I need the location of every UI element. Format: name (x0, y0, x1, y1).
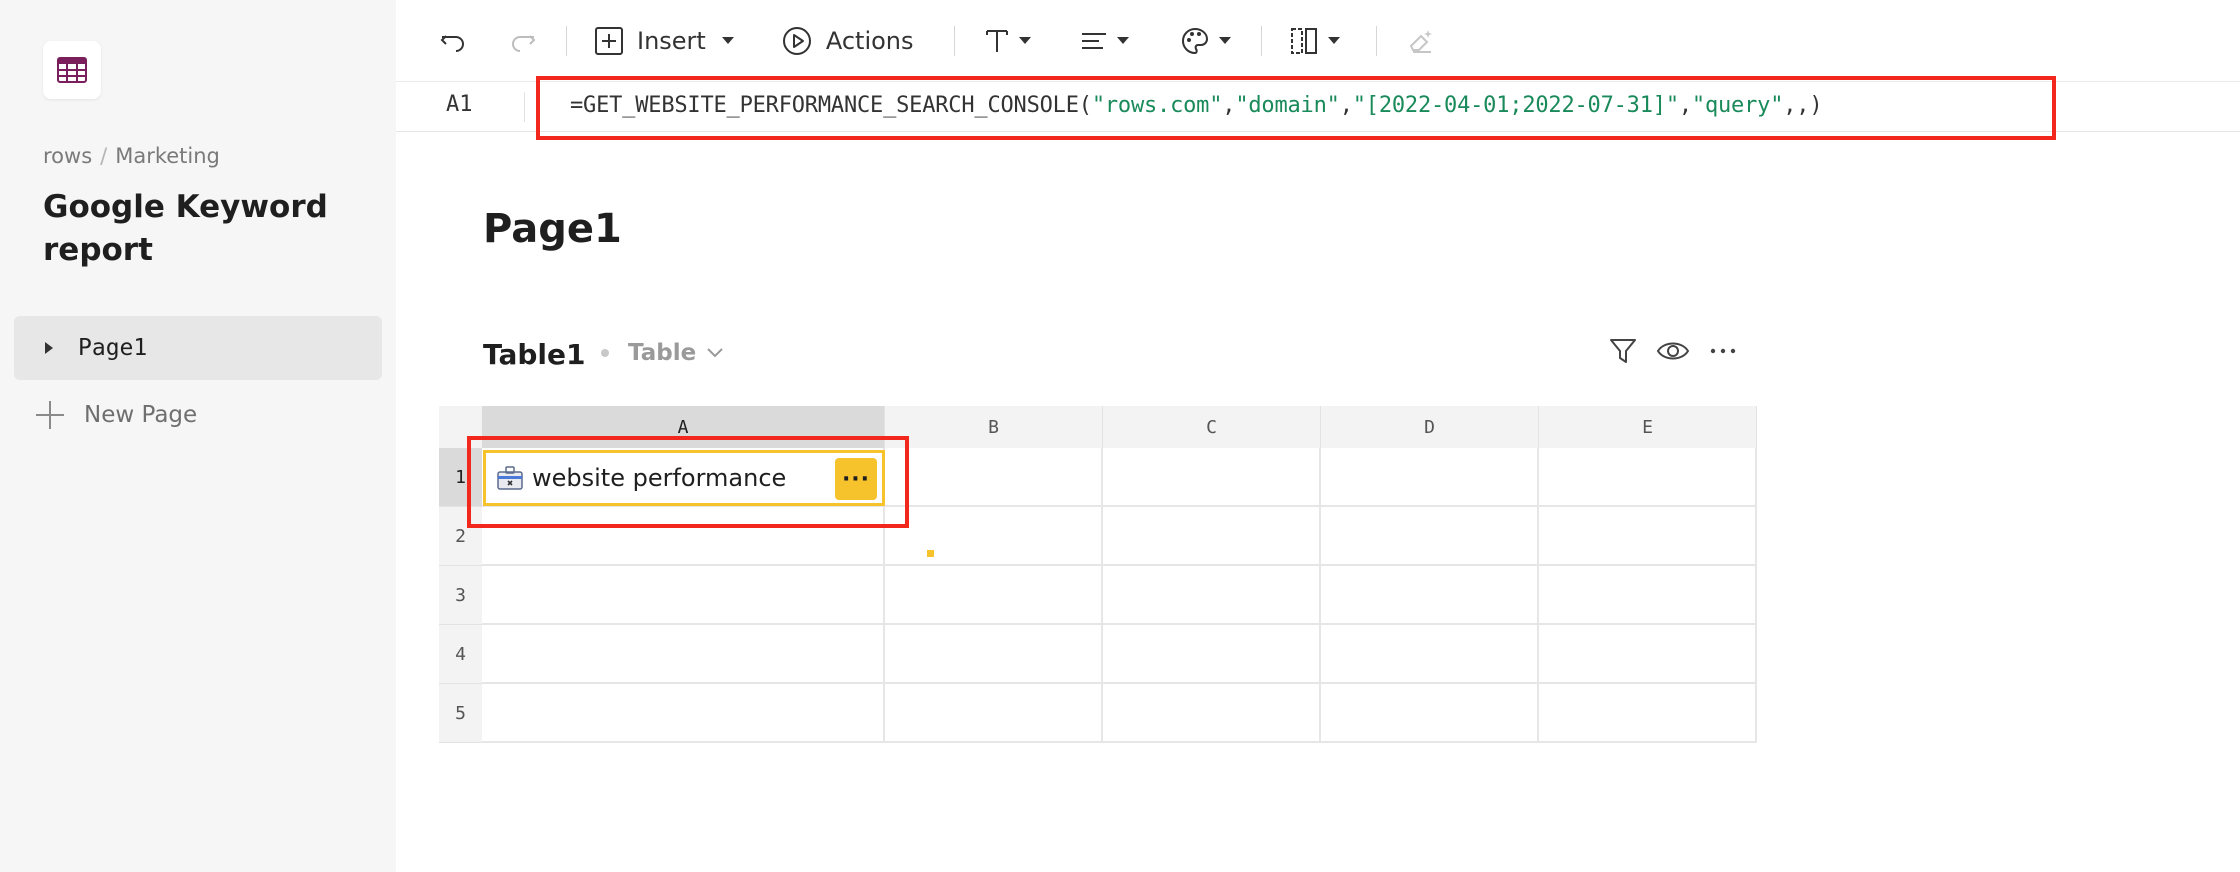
formula-highlight-box (536, 76, 2056, 140)
row-header-4[interactable]: 4 (439, 625, 482, 684)
grid-cell-d5[interactable] (1321, 684, 1539, 743)
more-horizontal-icon[interactable] (1708, 336, 1738, 366)
grid-cell-d4[interactable] (1321, 625, 1539, 684)
breadcrumb-folder[interactable]: Marketing (115, 144, 220, 168)
breadcrumb: rows / Marketing (43, 144, 220, 168)
sidebar: rows / Marketing Google Keyword report Pag… (0, 0, 396, 872)
toolbar-divider (1260, 25, 1262, 56)
grid-cell-b2[interactable] (885, 507, 1103, 566)
table-title[interactable]: Table1 (483, 338, 586, 371)
actions-button[interactable]: Actions (782, 19, 914, 63)
grid-cell-d1[interactable] (1321, 448, 1539, 507)
separator-dot (601, 349, 609, 357)
toolbar-divider (566, 25, 567, 56)
chevron-down-icon (1116, 37, 1129, 44)
align-button[interactable] (1081, 19, 1129, 63)
eraser-icon (1409, 29, 1432, 53)
actions-label: Actions (825, 26, 914, 55)
grid-cell-e5[interactable] (1539, 684, 1757, 743)
sidebar-page-item-page1[interactable]: Page1 (14, 316, 382, 380)
insert-button[interactable]: Insert (595, 19, 734, 63)
play-circle-icon (782, 26, 811, 55)
cell-reference[interactable]: A1 (446, 92, 473, 117)
grid-cell-c1[interactable] (1103, 448, 1321, 507)
grid-cell-e3[interactable] (1539, 566, 1757, 625)
grid-cell-d3[interactable] (1321, 566, 1539, 625)
grid-cell-c3[interactable] (1103, 566, 1321, 625)
grid-cell-a4[interactable] (482, 625, 885, 684)
eye-icon[interactable] (1656, 336, 1690, 366)
layout-columns-icon (1290, 27, 1317, 54)
table-view-selector[interactable]: Table (628, 340, 724, 366)
grid-cell-a3[interactable] (482, 566, 885, 625)
redo-icon (512, 34, 536, 52)
text-format-button[interactable] (985, 19, 1031, 63)
column-header-d[interactable]: D (1321, 406, 1539, 448)
row-header-3[interactable]: 3 (439, 566, 482, 625)
grid-cell-c5[interactable] (1103, 684, 1321, 743)
undo-button[interactable] (440, 19, 466, 63)
plus-square-icon (595, 26, 623, 55)
breadcrumb-separator: / (100, 144, 108, 168)
breadcrumb-workspace[interactable]: rows (43, 144, 92, 168)
table-view-label: Table (628, 340, 697, 366)
grid-cell-d2[interactable] (1321, 507, 1539, 566)
grid-cell-a5[interactable] (482, 684, 885, 743)
grid-cell-c2[interactable] (1103, 507, 1321, 566)
align-left-icon (1081, 32, 1106, 49)
insert-label: Insert (637, 26, 706, 55)
grid-cell-e4[interactable] (1539, 625, 1757, 684)
cell-highlight-box (467, 436, 909, 528)
sidebar-page-label: Page1 (78, 335, 148, 361)
grid-cell-b5[interactable] (885, 684, 1103, 743)
new-page-button[interactable]: New Page (36, 398, 197, 432)
grid-cell-b4[interactable] (885, 625, 1103, 684)
text-format-icon (985, 29, 1008, 52)
chevron-down-icon (1018, 37, 1031, 44)
filter-icon[interactable] (1608, 336, 1638, 366)
column-header-b[interactable]: B (885, 406, 1103, 448)
page-title[interactable]: Page1 (483, 206, 622, 252)
redo-button[interactable] (510, 19, 536, 63)
palette-icon (1181, 27, 1208, 54)
column-header-e[interactable]: E (1539, 406, 1757, 448)
toolbar: Insert Actions (396, 0, 2240, 82)
formula-bar-divider (524, 92, 525, 122)
grid-cell-e2[interactable] (1539, 507, 1757, 566)
grid-cell-b1[interactable] (885, 448, 1103, 507)
expand-caret-icon[interactable] (45, 342, 53, 354)
layout-button[interactable] (1290, 19, 1340, 63)
toolbar-divider (1375, 25, 1377, 56)
document-title[interactable]: Google Keyword report (43, 186, 363, 272)
new-page-label: New Page (84, 402, 198, 428)
color-palette-button[interactable] (1181, 19, 1231, 63)
grid-cell-c4[interactable] (1103, 625, 1321, 684)
table-actions (1608, 336, 1738, 366)
clear-format-button[interactable] (1407, 19, 1435, 63)
chevron-down-icon (1327, 37, 1340, 44)
table-grid-icon (57, 57, 87, 83)
fill-handle[interactable] (926, 549, 935, 558)
grid-cell-e1[interactable] (1539, 448, 1757, 507)
toolbar-divider (953, 25, 955, 56)
chevron-down-icon (1218, 37, 1231, 44)
grid-cell-b3[interactable] (885, 566, 1103, 625)
chevron-down-icon (707, 348, 723, 358)
row-header-5[interactable]: 5 (439, 684, 482, 743)
app-logo[interactable] (43, 41, 101, 99)
plus-icon (36, 401, 64, 429)
undo-icon (440, 34, 464, 52)
chevron-down-icon (721, 37, 734, 44)
column-header-c[interactable]: C (1103, 406, 1321, 448)
